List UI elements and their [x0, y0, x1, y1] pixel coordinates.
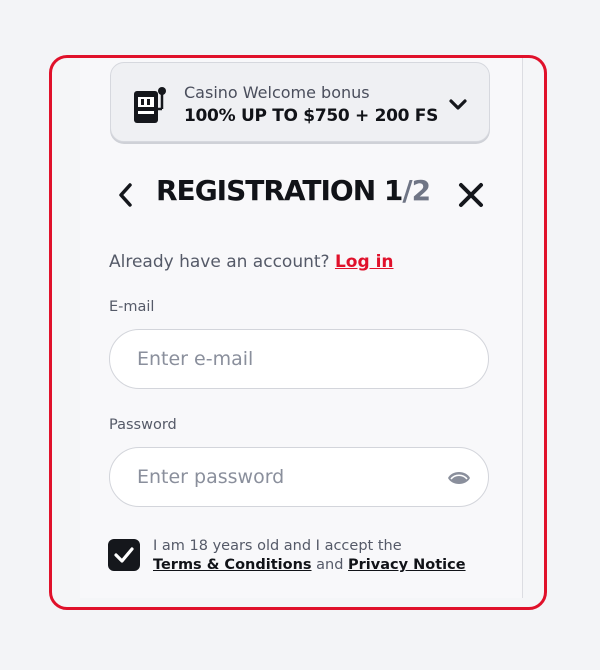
password-label: Password: [109, 417, 177, 433]
slot-machine-icon: [134, 87, 166, 123]
welcome-bonus-dropdown[interactable]: Casino Welcome bonus 100% UP TO $750 + 2…: [110, 62, 490, 142]
terms-link[interactable]: Terms & Conditions: [153, 557, 312, 573]
age-consent-checkbox[interactable]: [108, 539, 140, 571]
login-prompt-text: Already have an account?: [109, 252, 335, 272]
consent-text: I am 18 years old and I accept the Terms…: [153, 537, 466, 575]
privacy-link[interactable]: Privacy Notice: [348, 557, 466, 573]
email-placeholder: Enter e-mail: [137, 348, 254, 370]
bonus-offer: 100% UP TO $750 + 200 FS: [184, 106, 439, 126]
checkmark-icon: [114, 547, 134, 563]
page-title: REGISTRATION 1/2: [156, 174, 431, 207]
registration-modal-frame: Casino Welcome bonus 100% UP TO $750 + 2…: [49, 55, 547, 610]
consent-line1: I am 18 years old and I accept the: [153, 538, 402, 554]
title-step-total: /2: [402, 174, 431, 207]
chevron-down-icon: [449, 99, 467, 110]
login-link[interactable]: Log in: [335, 252, 394, 272]
eye-icon[interactable]: [447, 468, 471, 488]
close-icon[interactable]: [456, 180, 486, 210]
registration-panel: Casino Welcome bonus 100% UP TO $750 + 2…: [80, 58, 523, 598]
title-main: REGISTRATION 1: [156, 174, 403, 207]
password-field[interactable]: Enter password: [109, 447, 489, 507]
email-label: E-mail: [109, 299, 155, 315]
login-prompt: Already have an account? Log in: [109, 252, 394, 272]
email-field[interactable]: Enter e-mail: [109, 329, 489, 389]
bonus-title: Casino Welcome bonus: [184, 83, 370, 102]
consent-line2: Terms & Conditions and Privacy Notice: [153, 556, 466, 575]
consent-and: and: [311, 557, 349, 573]
registration-header: REGISTRATION 1/2: [110, 174, 490, 220]
page-background: Casino Welcome bonus 100% UP TO $750 + 2…: [0, 0, 600, 670]
password-placeholder: Enter password: [137, 466, 285, 488]
back-arrow-icon[interactable]: [114, 180, 138, 210]
